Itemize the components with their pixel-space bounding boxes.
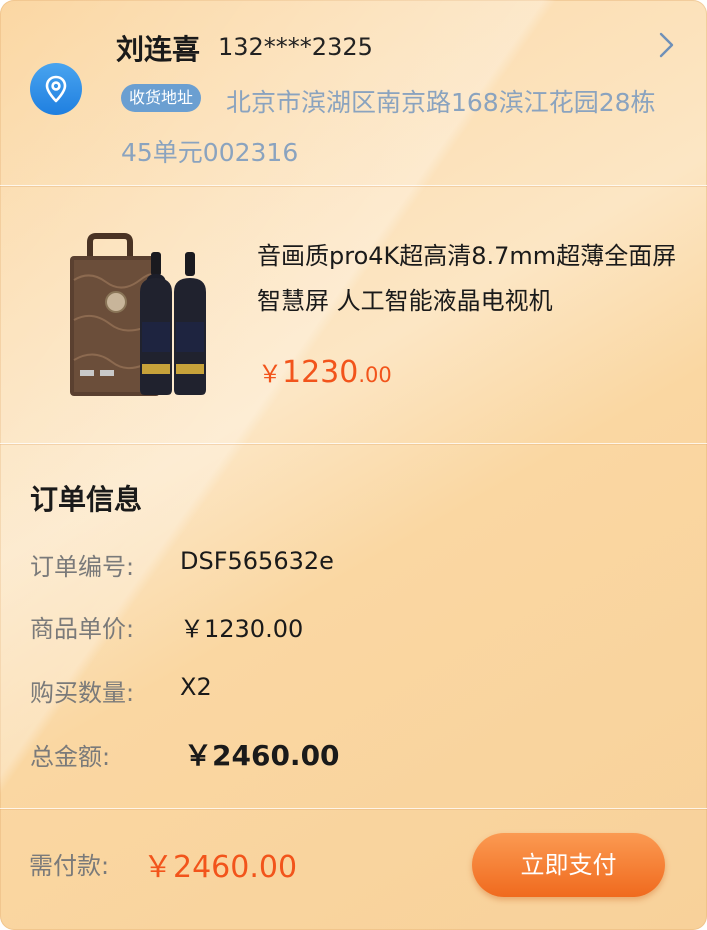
recipient-name: 刘连喜 — [116, 33, 201, 66]
pay-amount-value: ￥2460.00 — [143, 850, 298, 885]
order-number-value: DSF565632e — [180, 547, 334, 575]
recipient-phone: 132****2325 — [218, 33, 373, 61]
product-price: ￥1230.00 — [258, 354, 392, 390]
unit-price-label: 商品单价: — [30, 615, 135, 643]
divider — [0, 808, 707, 809]
product-title: 音画质pro4K超高清8.7mm超薄全面屏 智慧屏 人工智能液晶电视机 — [257, 242, 677, 315]
total-amount-value: ￥2460.00 — [184, 739, 340, 772]
chevron-right-icon[interactable] — [656, 30, 678, 60]
order-info-title: 订单信息 — [30, 483, 143, 516]
address-section[interactable]: 刘连喜 132****2325 北京市滨湖区南京路168滨江花园28栋45单元0… — [0, 0, 707, 185]
quantity-value: X2 — [180, 673, 212, 701]
price-integer: 1230 — [282, 355, 359, 390]
pay-amount-label: 需付款: — [29, 852, 110, 880]
pay-now-button[interactable]: 立即支付 — [472, 833, 665, 897]
order-number-label: 订单编号: — [30, 553, 135, 581]
total-amount-label: 总金额: — [30, 743, 111, 771]
location-pin-icon — [30, 63, 82, 115]
address-line: 北京市滨湖区南京路168滨江花园28栋45单元002316 — [121, 88, 656, 167]
address-tag: 收货地址 — [121, 84, 202, 112]
product-section[interactable]: 音画质pro4K超高清8.7mm超薄全面屏 智慧屏 人工智能液晶电视机 ￥123… — [0, 186, 707, 443]
order-confirm-card: 刘连喜 132****2325 北京市滨湖区南京路168滨江花园28栋45单元0… — [0, 0, 707, 930]
wine-gift-box-image — [60, 230, 226, 400]
divider — [0, 443, 707, 444]
price-decimal: .00 — [358, 363, 392, 387]
price-symbol: ￥ — [258, 360, 282, 388]
quantity-label: 购买数量: — [30, 679, 135, 707]
unit-price-value: ￥1230.00 — [180, 615, 304, 643]
